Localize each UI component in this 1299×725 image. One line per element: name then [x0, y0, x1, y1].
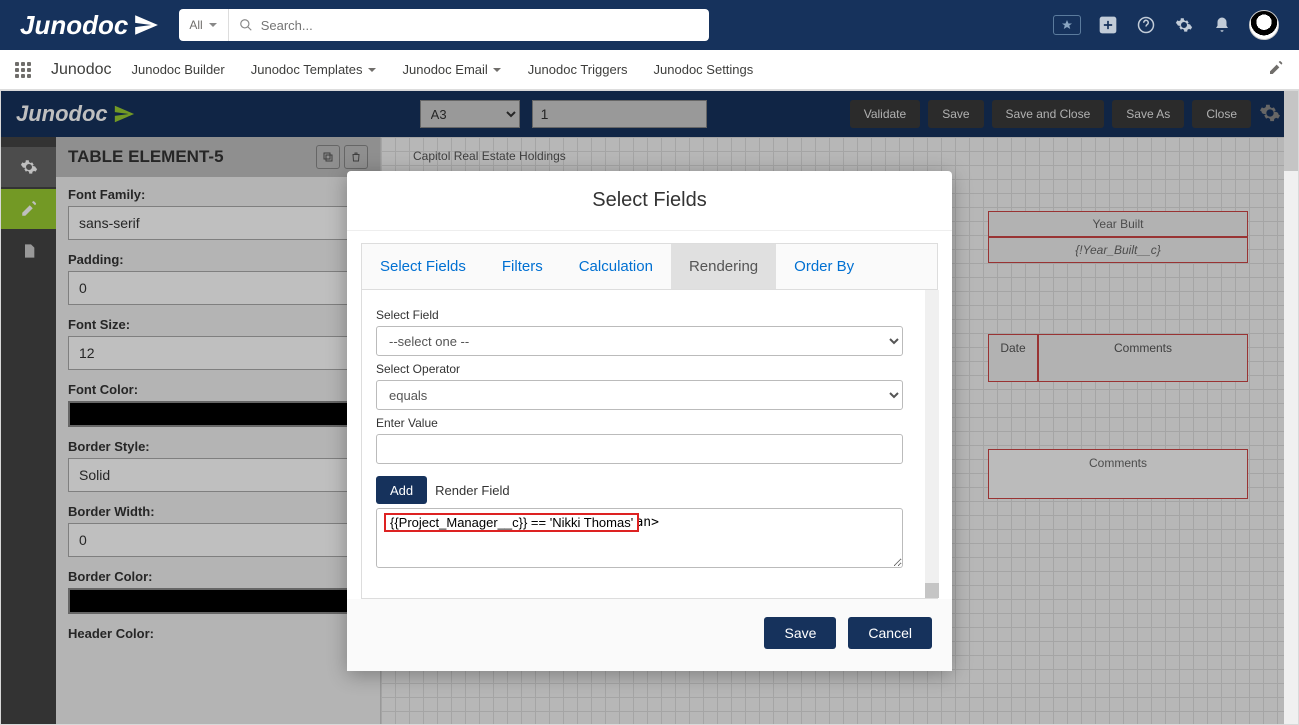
tab-select-fields[interactable]: Select Fields	[362, 244, 484, 289]
modal-title: Select Fields	[347, 171, 952, 231]
nav-email[interactable]: Junodoc Email	[403, 62, 502, 77]
page-scrollbar-thumb[interactable]	[1284, 91, 1298, 171]
chevron-down-icon	[492, 65, 502, 75]
search-input-container	[229, 18, 710, 33]
nav-links: Junodoc Builder Junodoc Templates Junodo…	[132, 62, 754, 77]
select-field-label: Select Field	[376, 308, 923, 322]
search-bar: All	[179, 9, 709, 41]
modal-tabs: Select Fields Filters Calculation Render…	[361, 243, 938, 289]
brand-logo: Junodoc	[20, 10, 159, 41]
user-avatar-icon[interactable]	[1249, 10, 1279, 40]
brand-text: Junodoc	[20, 10, 128, 41]
select-operator-dropdown[interactable]: equals	[376, 380, 903, 410]
content-scrollbar-thumb[interactable]	[925, 583, 939, 598]
render-field-label: Render Field	[435, 483, 509, 498]
add-render-row: Add Render Field	[376, 476, 923, 504]
tab-calculation[interactable]: Calculation	[561, 244, 671, 289]
render-field-textarea[interactable]: <span class="highlight-box"></span>	[376, 508, 903, 568]
search-icon	[239, 18, 253, 32]
settings-icon[interactable]	[1173, 14, 1195, 36]
notifications-icon[interactable]	[1211, 14, 1233, 36]
app-nav: Junodoc Junodoc Builder Junodoc Template…	[0, 50, 1299, 90]
tab-filters[interactable]: Filters	[484, 244, 561, 289]
content-scrollbar-track[interactable]	[925, 290, 939, 598]
modal-footer: Save Cancel	[347, 599, 952, 671]
app-name: Junodoc	[51, 61, 112, 79]
modal-overlay: Select Fields Select Fields Filters Calc…	[1, 91, 1298, 724]
nav-templates[interactable]: Junodoc Templates	[251, 62, 377, 77]
nav-builder[interactable]: Junodoc Builder	[132, 62, 225, 77]
global-header: Junodoc All	[0, 0, 1299, 50]
search-scope-dropdown[interactable]: All	[179, 9, 228, 41]
nav-settings[interactable]: Junodoc Settings	[654, 62, 754, 77]
tab-rendering[interactable]: Rendering	[671, 244, 776, 289]
add-button[interactable]: Add	[376, 476, 427, 504]
select-operator-label: Select Operator	[376, 362, 923, 376]
app-launcher-icon[interactable]	[15, 62, 31, 78]
nav-triggers[interactable]: Junodoc Triggers	[528, 62, 628, 77]
tab-order-by[interactable]: Order By	[776, 244, 872, 289]
tab-content: Select Field --select one -- Select Oper…	[361, 289, 938, 599]
edit-nav-icon[interactable]	[1268, 60, 1284, 79]
modal-cancel-button[interactable]: Cancel	[848, 617, 932, 649]
help-icon[interactable]	[1135, 14, 1157, 36]
select-fields-modal: Select Fields Select Fields Filters Calc…	[347, 171, 952, 671]
search-scope-label: All	[189, 18, 202, 32]
search-input[interactable]	[261, 18, 700, 33]
header-left: Junodoc All	[20, 9, 709, 41]
select-field-dropdown[interactable]: --select one --	[376, 326, 903, 356]
chevron-down-icon	[367, 65, 377, 75]
enter-value-label: Enter Value	[376, 416, 923, 430]
chevron-down-icon	[208, 20, 218, 30]
builder-container: Junodoc A3 Validate Save Save and Close …	[0, 90, 1299, 725]
header-icons	[1053, 10, 1279, 40]
favorites-icon[interactable]	[1053, 15, 1081, 35]
page-scrollbar-track[interactable]	[1284, 91, 1298, 724]
add-icon[interactable]	[1097, 14, 1119, 36]
modal-body: Select Fields Filters Calculation Render…	[347, 231, 952, 599]
paper-plane-icon	[133, 12, 159, 38]
modal-save-button[interactable]: Save	[764, 617, 836, 649]
enter-value-input[interactable]	[376, 434, 903, 464]
